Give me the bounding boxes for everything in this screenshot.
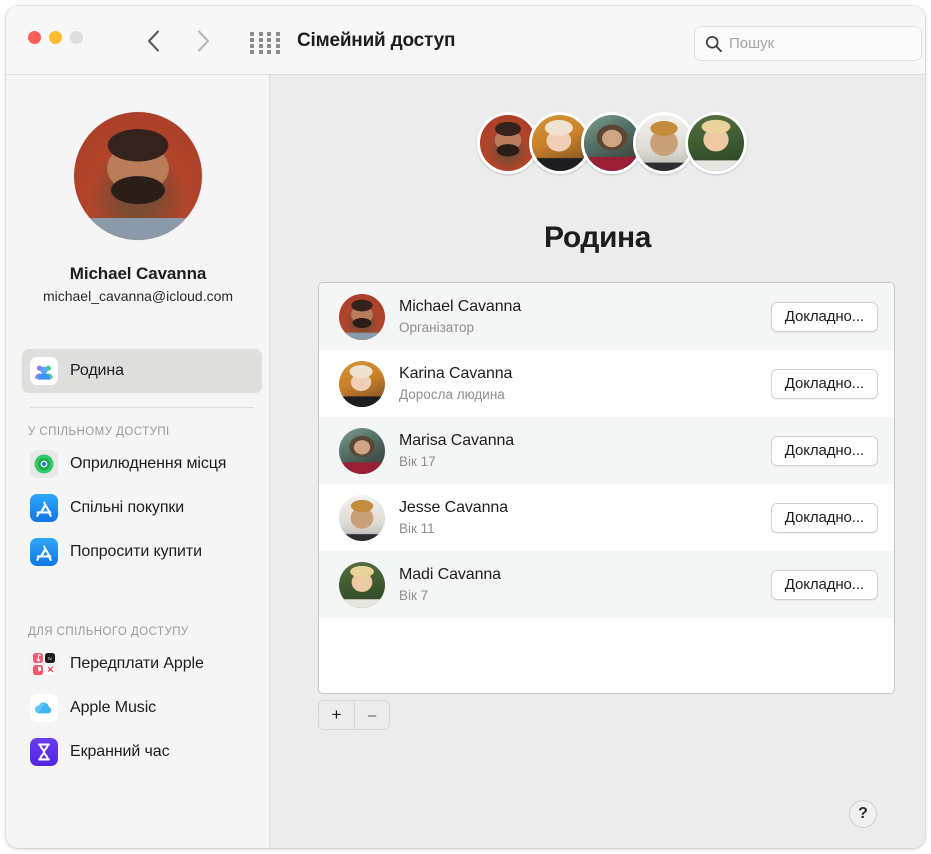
family-title: Родина (543, 221, 652, 254)
madi-avatar (685, 112, 747, 174)
jesse-avatar (339, 494, 385, 541)
member-info: Marisa Cavanna Вік 17 (399, 431, 771, 471)
account-name: Michael Cavanna (69, 264, 207, 283)
table-row[interactable]: Karina Cavanna Доросла людина Докладно..… (319, 350, 894, 417)
karina-avatar (339, 360, 385, 407)
search-icon (705, 35, 722, 52)
sidebar-item-screen-time-label: Екранний час (70, 743, 170, 760)
sidebar-item-family[interactable]: Родина (22, 349, 262, 393)
find-my-icon (30, 450, 58, 478)
details-button[interactable]: Докладно... (770, 569, 878, 600)
member-info: Karina Cavanna Доросла людина (399, 364, 771, 404)
add-member-button[interactable]: + (319, 701, 354, 729)
back-button[interactable] (140, 26, 166, 56)
avatar-shirt (74, 112, 202, 240)
member-name: Jesse Cavanna (399, 498, 508, 516)
family-member-list: Michael Cavanna Організатор Докладно... … (318, 282, 895, 694)
table-row[interactable]: Marisa Cavanna Вік 17 Докладно... (319, 417, 894, 484)
sidebar-item-apple-music[interactable]: Apple Music (22, 688, 262, 728)
main-content: Родина Michael Cavanna Організатор Докла… (270, 75, 925, 848)
table-row[interactable]: Michael Cavanna Організатор Докладно... (319, 283, 894, 350)
sidebar-divider (30, 407, 254, 408)
details-button[interactable]: Докладно... (770, 301, 878, 332)
sidebar-item-apple-subscriptions[interactable]: tv Передплати Apple (22, 644, 262, 684)
screen-time-icon (30, 738, 58, 766)
sidebar-item-ask-to-buy[interactable]: Попросити купити (22, 532, 262, 572)
michael-avatar (339, 293, 385, 340)
forward-button[interactable] (190, 26, 216, 56)
details-button[interactable]: Докладно... (770, 502, 878, 533)
family-icon (30, 357, 58, 385)
sidebar-item-location-sharing-label: Оприлюднення місця (70, 455, 227, 472)
madi-avatar (339, 561, 385, 608)
zoom-button (70, 31, 83, 44)
minimize-button[interactable] (49, 31, 62, 44)
app-store-icon (30, 538, 58, 566)
member-role: Вік 7 (399, 587, 429, 603)
avatar (74, 112, 202, 240)
marisa-avatar (339, 427, 385, 474)
apple-subscriptions-icon: tv (30, 650, 58, 678)
window-toolbar: Сімейний доступ (6, 6, 925, 75)
table-row[interactable]: Jesse Cavanna Вік 11 Докладно... (319, 484, 894, 551)
sidebar-item-location-sharing[interactable]: Оприлюднення місця (22, 444, 262, 484)
page-title: Сімейний доступ (297, 30, 456, 51)
sidebar-item-apple-subscriptions-label: Передплати Apple (70, 655, 204, 672)
navigation-arrows (140, 26, 216, 56)
sidebar-item-family-label: Родина (70, 362, 124, 379)
add-remove-segmented-control: + – (318, 700, 390, 730)
member-role: Доросла людина (399, 386, 505, 402)
details-button[interactable]: Докладно... (770, 435, 878, 466)
member-name: Marisa Cavanna (399, 431, 515, 449)
search-input[interactable] (729, 35, 899, 52)
preferences-window: Сімейний доступ Michael Cavanna michael_… (6, 6, 925, 848)
member-name: Michael Cavanna (399, 297, 522, 315)
sidebar-item-ask-to-buy-label: Попросити купити (70, 543, 202, 560)
remove-member-button[interactable]: – (354, 701, 389, 729)
icloud-icon (30, 694, 58, 722)
table-row[interactable]: Madi Cavanna Вік 7 Докладно... (319, 551, 894, 618)
sidebar-item-apple-music-label: Apple Music (70, 699, 157, 716)
member-role: Вік 17 (399, 453, 436, 469)
details-button[interactable]: Докладно... (770, 368, 878, 399)
member-info: Jesse Cavanna Вік 11 (399, 498, 771, 538)
member-role: Вік 11 (399, 520, 435, 536)
screen: Сімейний доступ Michael Cavanna michael_… (0, 0, 931, 854)
account-email: michael_cavanna@icloud.com (42, 288, 234, 304)
member-role: Організатор (399, 319, 475, 335)
member-info: Michael Cavanna Організатор (399, 297, 771, 337)
sidebar-section-header-shared: У СПІЛЬНОМУ ДОСТУПІ (28, 426, 170, 438)
member-info: Madi Cavanna Вік 7 (399, 565, 771, 605)
help-button[interactable]: ? (849, 800, 877, 828)
close-button[interactable] (28, 31, 41, 44)
member-name: Karina Cavanna (399, 364, 513, 382)
sidebar: Michael Cavanna michael_cavanna@icloud.c… (6, 75, 270, 848)
sidebar-item-shared-purchases-label: Спільні покупки (70, 499, 185, 516)
show-all-grid-icon[interactable] (249, 31, 283, 54)
family-avatar-cluster (477, 112, 747, 180)
sidebar-item-shared-purchases[interactable]: Спільні покупки (22, 488, 262, 528)
member-name: Madi Cavanna (399, 565, 501, 583)
app-store-icon (30, 494, 58, 522)
search-field[interactable] (694, 26, 922, 61)
sidebar-item-screen-time[interactable]: Екранний час (22, 732, 262, 772)
traffic-lights (28, 31, 83, 44)
sidebar-section-header-to-share: ДЛЯ СПІЛЬНОГО ДОСТУПУ (28, 626, 189, 638)
